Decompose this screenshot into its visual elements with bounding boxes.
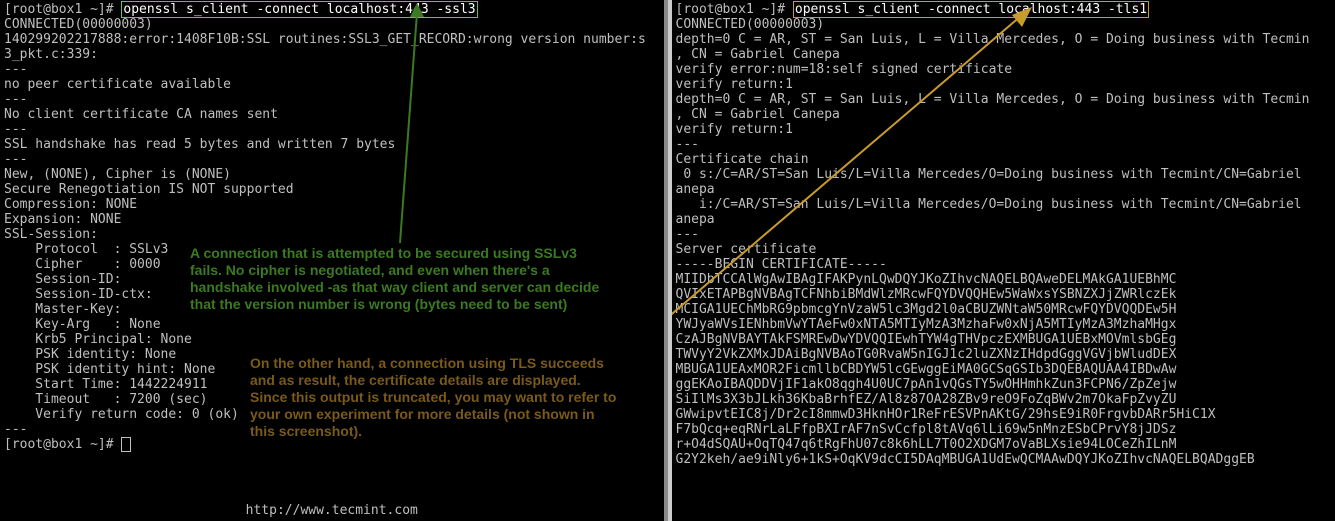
right-output-28: r+O4dSQAU+OqTQ47q6tRgFhU07c8k6hLL7T0O2XD…	[676, 437, 1332, 452]
right-output-20: YWJyaWVsIENhbmVwYTAeFw0xNTA5MTIyMzA3Mzha…	[676, 317, 1332, 332]
left-output-0: CONNECTED(00000003)	[4, 17, 660, 32]
prompt-right: [root@box1 ~]#	[676, 2, 793, 17]
right-output-3: verify error:num=18:self signed certific…	[676, 62, 1332, 77]
right-output-7: verify return:1	[676, 122, 1332, 137]
right-output-27: F7bQcq+eqRNrLaLFfpBXIrAF7nSvCcfpl8tAVq6l…	[676, 422, 1332, 437]
right-output-2: , CN = Gabriel Canepa	[676, 47, 1332, 62]
left-output-4: no peer certificate available	[4, 77, 660, 92]
prompt-bottom-text: [root@box1 ~]#	[4, 437, 121, 452]
right-output-10: 0 s:/C=AR/ST=San Luis/L=Villa Mercedes/O…	[676, 167, 1332, 182]
annotation-tls-ok: On the other hand, a connection using TL…	[250, 355, 620, 440]
left-output-2: 3_pkt.c:339:	[4, 47, 660, 62]
left-output-7: ---	[4, 122, 660, 137]
right-output-8: ---	[676, 137, 1332, 152]
left-output-13: Expansion: NONE	[4, 212, 660, 227]
right-output-1: depth=0 C = AR, ST = San Luis, L = Villa…	[676, 32, 1332, 47]
right-output-23: MBUGA1UEAxMOR2FicmllbCBDYW5lcGEwggEiMA0G…	[676, 362, 1332, 377]
prompt-line-left: [root@box1 ~]# openssl s_client -connect…	[4, 2, 660, 17]
right-output-13: anepa	[676, 212, 1332, 227]
right-output-9: Certificate chain	[676, 152, 1332, 167]
left-output-5: ---	[4, 92, 660, 107]
right-output-6: , CN = Gabriel Canepa	[676, 107, 1332, 122]
right-output-4: verify return:1	[676, 77, 1332, 92]
right-output-22: TWVyY2VkZXMxJDAiBgNVBAoTG0RvaW5nIGJ1c2lu…	[676, 347, 1332, 362]
right-output-21: CzAJBgNVBAYTAkFSMREwDwYDVQQIEwhTYW4gTHVp…	[676, 332, 1332, 347]
left-output-9: ---	[4, 152, 660, 167]
right-output-15: Server certificate	[676, 242, 1332, 257]
right-output-0: CONNECTED(00000003)	[676, 17, 1332, 32]
right-output-14: ---	[676, 227, 1332, 242]
left-terminal-pane[interactable]: [root@box1 ~]# openssl s_client -connect…	[0, 0, 668, 521]
right-output-25: SiIlMs3X3bJLkh36KbaBrhfEZ/Al8z87OA28ZBv9…	[676, 392, 1332, 407]
left-output-21: Krb5 Principal: None	[4, 332, 660, 347]
right-terminal-pane[interactable]: [root@box1 ~]# openssl s_client -connect…	[668, 0, 1335, 521]
command-tls1: openssl s_client -connect localhost:443 …	[793, 1, 1149, 18]
source-url: http://www.tecmint.com	[0, 503, 664, 518]
command-ssl3: openssl s_client -connect localhost:443 …	[121, 1, 477, 18]
left-output-6: No client certificate CA names sent	[4, 107, 660, 122]
left-output-11: Secure Renegotiation IS NOT supported	[4, 182, 660, 197]
right-output-17: MIIDbTCCAlWgAwIBAgIFAKPynLQwDQYJKoZIhvcN…	[676, 272, 1332, 287]
right-output-5: depth=0 C = AR, ST = San Luis, L = Villa…	[676, 92, 1332, 107]
left-output-12: Compression: NONE	[4, 197, 660, 212]
right-output-26: GWwipvtEIC8j/Dr2cI8mmwD3HknHOr1ReFrESVPn…	[676, 407, 1332, 422]
right-output-29: G2Y2keh/ae9iNly6+1kS+OqKV9dcCI5DAqMBUGA1…	[676, 452, 1332, 467]
right-output-11: anepa	[676, 182, 1332, 197]
terminal-container: [root@box1 ~]# openssl s_client -connect…	[0, 0, 1335, 521]
right-output-19: MCIGA1UEChMbRG9pbmcgYnVzaW5lc3Mgd2l0aCBU…	[676, 302, 1332, 317]
cursor-icon	[121, 437, 131, 452]
left-output-8: SSL handshake has read 5 bytes and writt…	[4, 137, 660, 152]
right-output-18: QVIxETAPBgNVBAgTCFNhbiBMdWlzMRcwFQYDVQQH…	[676, 287, 1332, 302]
right-output-12: i:/C=AR/ST=San Luis/L=Villa Mercedes/O=D…	[676, 197, 1332, 212]
right-output-16: -----BEGIN CERTIFICATE-----	[676, 257, 1332, 272]
right-output-24: ggEKAoIBAQDDVjIF1akO8qgh4U0UC7pAn1vQGsTY…	[676, 377, 1332, 392]
left-output-20: Key-Arg : None	[4, 317, 660, 332]
prompt-line-right: [root@box1 ~]# openssl s_client -connect…	[676, 2, 1332, 17]
left-output-3: ---	[4, 62, 660, 77]
left-output-14: SSL-Session:	[4, 227, 660, 242]
annotation-ssl-fail: A connection that is attempted to be sec…	[190, 245, 610, 313]
left-output-10: New, (NONE), Cipher is (NONE)	[4, 167, 660, 182]
prompt-left: [root@box1 ~]#	[4, 2, 121, 17]
left-output-1: 140299202217888:error:1408F10B:SSL routi…	[4, 32, 660, 47]
